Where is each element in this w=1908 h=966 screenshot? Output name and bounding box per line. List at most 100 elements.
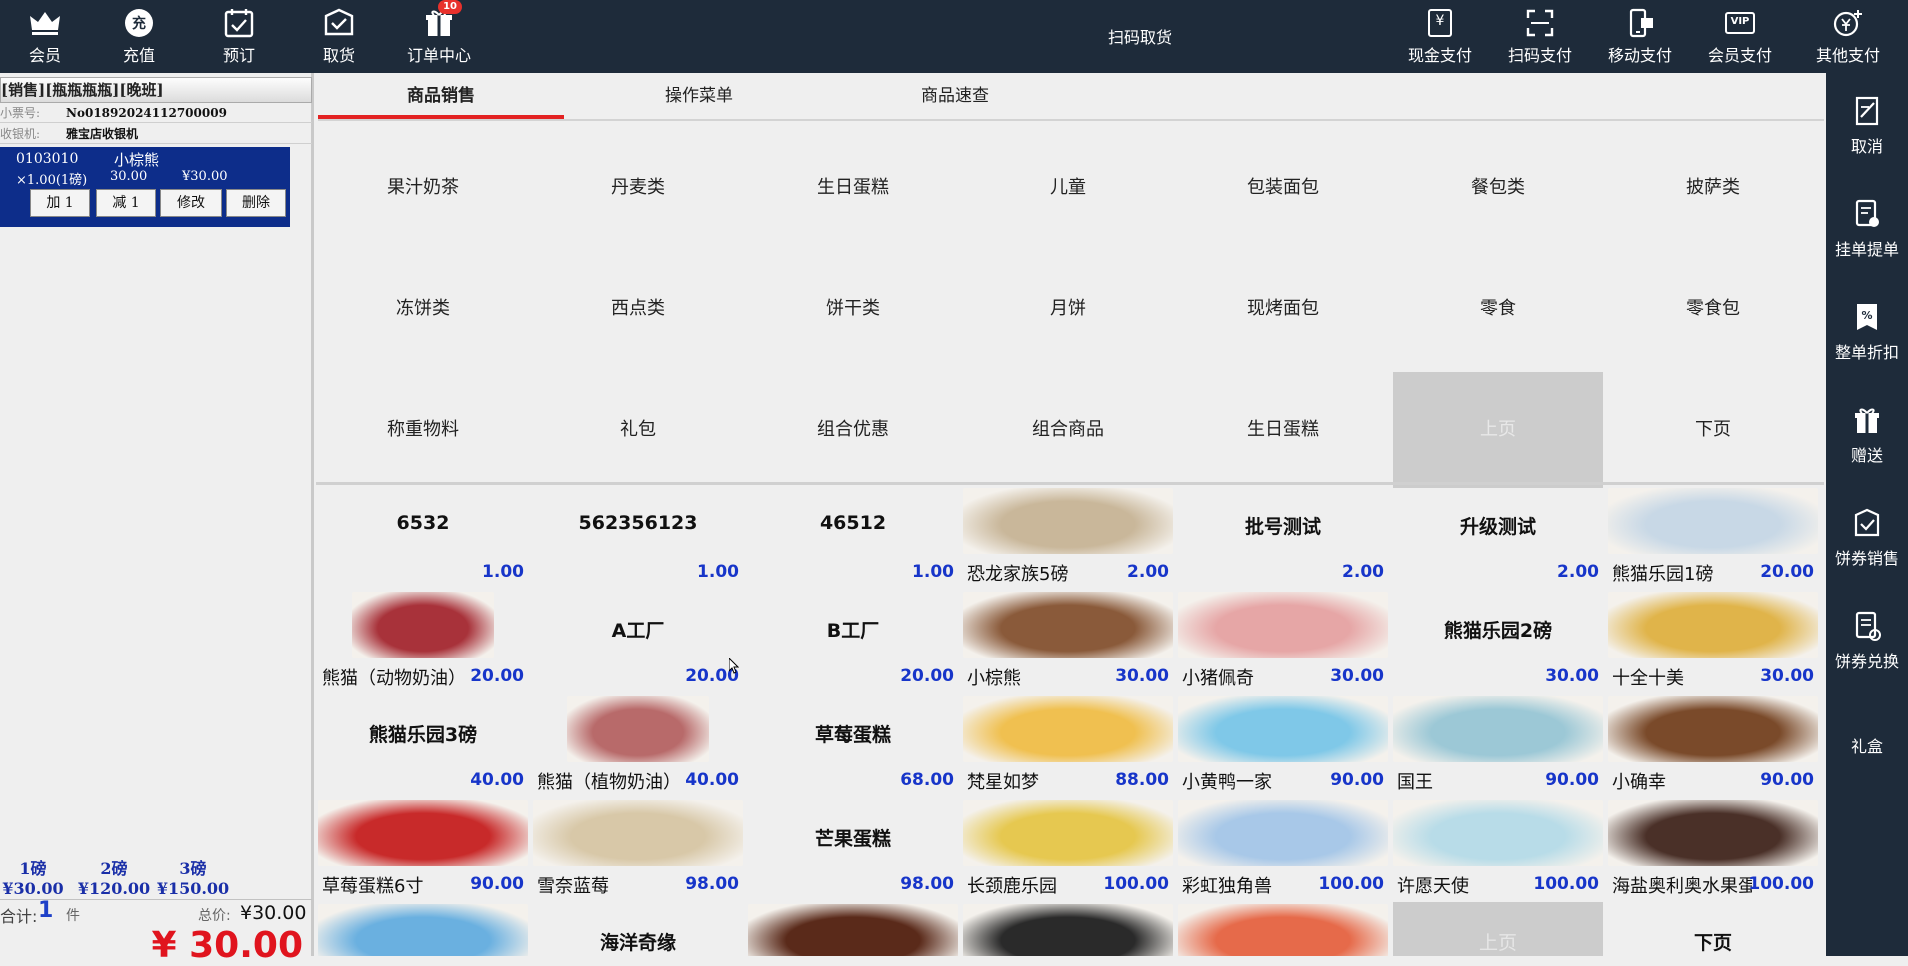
product-tile[interactable]: A工厂 20.00 — [533, 590, 743, 692]
coupon-redeem-button[interactable]: 饼券兑换 — [1826, 610, 1908, 700]
product-tile[interactable]: 上页 — [1393, 902, 1603, 956]
product-tile[interactable]: 升级测试 2.00 — [1393, 486, 1603, 588]
hold-order-button[interactable]: 挂单提单 — [1826, 198, 1908, 288]
delete-item-button[interactable]: 删除 — [226, 189, 286, 217]
coupon-sale-icon — [1852, 507, 1882, 539]
product-title: 熊猫乐园2磅 — [1443, 620, 1553, 642]
product-tile[interactable]: 恐龙家族5磅 2.00 — [963, 486, 1173, 588]
edit-item-button[interactable]: 修改 — [160, 189, 222, 217]
product-tile[interactable]: 十全十美 30.00 — [1608, 590, 1818, 692]
product-tile[interactable] — [1178, 902, 1388, 956]
coupon-sale-button[interactable]: 饼券销售 — [1826, 507, 1908, 597]
product-tile[interactable]: 熊猫（植物奶油） 40.00 — [533, 694, 743, 796]
order-center-button[interactable]: 10 订单中心 — [394, 0, 484, 68]
category-button[interactable]: 礼包 — [533, 372, 743, 488]
product-tile[interactable]: 小黄鸭一家 90.00 — [1178, 694, 1388, 796]
product-grid: 6532 1.00 562356123 1.00 46512 1.00 恐龙家族5磅 2.00… — [318, 486, 1826, 956]
product-name: 熊猫（植物奶油） — [537, 772, 677, 793]
product-tile[interactable]: 长颈鹿乐园 100.00 — [963, 798, 1173, 900]
product-tile[interactable]: 芒果蛋糕 98.00 — [748, 798, 958, 900]
product-tile[interactable]: 小确幸 90.00 — [1608, 694, 1818, 796]
product-price: 2.00 — [1127, 562, 1169, 582]
category-button[interactable]: 餐包类 — [1393, 130, 1603, 246]
product-tile[interactable] — [963, 902, 1173, 956]
category-button[interactable]: 上页 — [1393, 372, 1603, 488]
product-tile[interactable]: 46512 1.00 — [748, 486, 958, 588]
weight-option-3[interactable]: 3磅 ¥150.00 — [152, 855, 234, 898]
tab-operations-menu[interactable]: 操作菜单 — [576, 73, 822, 119]
product-tile[interactable]: 小棕熊 30.00 — [963, 590, 1173, 692]
category-button[interactable]: 冻饼类 — [318, 251, 528, 367]
gift-box-button[interactable]: 礼盒 — [1826, 733, 1908, 823]
tab-product-lookup[interactable]: 商品速查 — [832, 73, 1078, 119]
category-button[interactable]: 包装面包 — [1178, 130, 1388, 246]
tab-product-sales[interactable]: 商品销售 — [318, 73, 564, 119]
cash-pay-button[interactable]: ¥ 现金支付 — [1395, 8, 1485, 68]
cancel-order-button[interactable]: 取消 — [1826, 95, 1908, 185]
product-tile[interactable]: 熊猫（动物奶油） 20.00 — [318, 590, 528, 692]
category-button[interactable]: 儿童 — [963, 130, 1173, 246]
product-price: 100.00 — [1318, 874, 1384, 894]
product-tile[interactable]: 562356123 1.00 — [533, 486, 743, 588]
product-tile[interactable]: 6532 1.00 — [318, 486, 528, 588]
category-button[interactable]: 披萨类 — [1608, 130, 1818, 246]
top-toolbar: 会员 充 充值 预订 取货 10 订单中心 扫码取货 ¥ 现金支付 扫码支付 移… — [0, 0, 1908, 73]
category-button[interactable]: 月饼 — [963, 251, 1173, 367]
category-button[interactable]: 组合商品 — [963, 372, 1173, 488]
mobile-pay-button[interactable]: 移动支付 — [1595, 8, 1685, 68]
product-image — [963, 800, 1173, 866]
product-tile[interactable] — [318, 902, 528, 956]
category-button[interactable]: 零食 — [1393, 251, 1603, 367]
category-button[interactable]: 果汁奶茶 — [318, 130, 528, 246]
category-button[interactable]: 西点类 — [533, 251, 743, 367]
category-button[interactable]: 组合优惠 — [748, 372, 958, 488]
member-button[interactable]: 会员 — [0, 8, 90, 68]
product-tile[interactable]: 小猪佩奇 30.00 — [1178, 590, 1388, 692]
add-one-button[interactable]: 加 1 — [30, 189, 90, 217]
product-tile[interactable]: 海洋奇缘 — [533, 902, 743, 956]
cart-line-item[interactable]: 0103010 小棕熊 ×1.00(1磅) 30.00 ¥30.00 加 1 减… — [0, 147, 290, 227]
category-button[interactable]: 下页 — [1608, 372, 1818, 488]
category-button[interactable]: 现烤面包 — [1178, 251, 1388, 367]
coupon-redeem-icon — [1852, 610, 1882, 642]
product-tile[interactable]: 草莓蛋糕 68.00 — [748, 694, 958, 796]
product-tile[interactable]: 梵星如梦 88.00 — [963, 694, 1173, 796]
order-discount-button[interactable]: % 整单折扣 — [1826, 301, 1908, 391]
product-tile[interactable]: 批号测试 2.00 — [1178, 486, 1388, 588]
scan-pay-button[interactable]: 扫码支付 — [1495, 8, 1585, 68]
ticket-label: 小票号: — [0, 106, 41, 120]
reserve-button[interactable]: 预订 — [194, 8, 284, 68]
recharge-button[interactable]: 充 充值 — [94, 8, 184, 68]
category-button[interactable]: 生日蛋糕 — [748, 130, 958, 246]
product-tile[interactable] — [748, 902, 958, 956]
minus-one-button[interactable]: 减 1 — [96, 189, 156, 217]
category-button[interactable]: 丹麦类 — [533, 130, 743, 246]
category-button[interactable]: 生日蛋糕 — [1178, 372, 1388, 488]
product-tile[interactable]: 熊猫乐园2磅 30.00 — [1393, 590, 1603, 692]
item-name: 小棕熊 — [114, 151, 160, 169]
product-image — [1608, 592, 1818, 658]
category-button[interactable]: 称重物料 — [318, 372, 528, 488]
product-tile[interactable]: 熊猫乐园3磅 40.00 — [318, 694, 528, 796]
product-tile[interactable]: 国王 90.00 — [1393, 694, 1603, 796]
product-image — [318, 904, 528, 956]
product-image — [1178, 800, 1388, 866]
category-button[interactable]: 饼干类 — [748, 251, 958, 367]
product-tile[interactable]: B工厂 20.00 — [748, 590, 958, 692]
weight-option-2[interactable]: 2磅 ¥120.00 — [76, 855, 152, 898]
member-pay-button[interactable]: VIP 会员支付 — [1695, 8, 1785, 68]
product-price: 20.00 — [1760, 562, 1814, 582]
product-tile[interactable]: 许愿天使 100.00 — [1393, 798, 1603, 900]
scan-pickup-title[interactable]: 扫码取货 — [1060, 24, 1220, 48]
weight-option-1[interactable]: 1磅 ¥30.00 — [0, 855, 66, 898]
product-tile[interactable]: 熊猫乐园1磅 20.00 — [1608, 486, 1818, 588]
pickup-button[interactable]: 取货 — [294, 8, 384, 68]
product-tile[interactable]: 草莓蛋糕6寸 90.00 — [318, 798, 528, 900]
product-tile[interactable]: 彩虹独角兽 100.00 — [1178, 798, 1388, 900]
other-pay-button[interactable]: 其他支付 — [1803, 8, 1893, 68]
product-tile[interactable]: 海盐奥利奥水果蛋 100.00 — [1608, 798, 1818, 900]
gift-item-button[interactable]: 赠送 — [1826, 404, 1908, 494]
product-tile[interactable]: 雪奈蓝莓 98.00 — [533, 798, 743, 900]
product-tile[interactable]: 下页 — [1608, 902, 1818, 956]
category-button[interactable]: 零食包 — [1608, 251, 1818, 367]
